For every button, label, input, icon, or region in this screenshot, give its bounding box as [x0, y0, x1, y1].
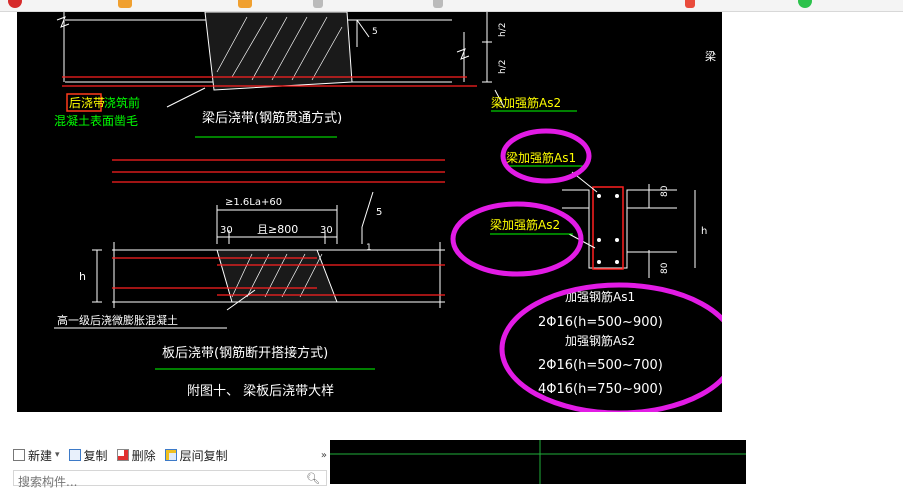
- note-as1-line: 2Φ16(h=500~900): [538, 315, 663, 330]
- dim-h2-a: h/2: [498, 23, 508, 37]
- dim-lap: ≥1.6La+60: [225, 197, 282, 208]
- more-button[interactable]: »: [321, 450, 327, 461]
- floor-copy-button[interactable]: 层间复制: [164, 447, 228, 464]
- label-pour-before-rest: 浇筑前: [104, 95, 140, 110]
- dim-h2-b: h/2: [498, 60, 508, 74]
- label-pour-before: 后浇带: [69, 96, 105, 110]
- copy-button[interactable]: 复制: [68, 447, 108, 464]
- dim-30-left: 30: [220, 225, 233, 236]
- dim-h-right: h: [701, 226, 707, 237]
- chevron-down-icon: ▾: [55, 450, 60, 460]
- document-icon[interactable]: [433, 0, 443, 8]
- figure-caption: 附图十、 梁板后浇带大样: [187, 384, 334, 399]
- note-as2-line2: 4Φ16(h=750~900): [538, 382, 663, 397]
- beam-dims: [356, 12, 492, 83]
- search-icon[interactable]: 🔍︎: [306, 472, 320, 485]
- label-as2-top: 梁加强筋As2: [491, 95, 561, 110]
- dim-80-top: 80: [660, 185, 670, 197]
- document-icon[interactable]: [313, 0, 323, 8]
- search-input[interactable]: [14, 475, 298, 489]
- stirrup: [592, 186, 624, 270]
- section-red-lines: [112, 159, 445, 183]
- note-as2-line1: 2Φ16(h=500~700): [538, 358, 663, 373]
- beam-title: 梁后浇带(钢筋贯通方式): [202, 110, 342, 126]
- app-red-icon[interactable]: [8, 0, 22, 8]
- dim-h: h: [79, 270, 86, 283]
- browser-toolbar-strip: [0, 0, 903, 12]
- delete-button[interactable]: 删除: [116, 447, 156, 464]
- rebar-dots: [597, 194, 619, 264]
- dim-80-bot: 80: [660, 262, 670, 274]
- label-expansion-concrete: 高一级后浇微膨胀混凝土: [57, 313, 178, 327]
- cad-drawing-view[interactable]: 5 h/2 h/2 后浇带 浇筑前 混凝土表面凿毛 梁后浇带(钢筋贯通方式) 梁…: [17, 12, 722, 412]
- dim-slope-5: 5: [376, 207, 382, 218]
- new-doc-icon: [13, 449, 25, 461]
- green-app-icon[interactable]: [798, 0, 812, 8]
- label-rough-surface: 混凝土表面凿毛: [54, 113, 138, 128]
- slab-title: 板后浇带(钢筋断开搭接方式): [162, 345, 328, 361]
- dim-top-5: 5: [372, 27, 378, 37]
- circle-as2: [450, 201, 584, 277]
- component-toolbar: 新建 ▾ 复制 删除 层间复制 »: [13, 444, 327, 466]
- beam-pour-zone: [204, 12, 353, 91]
- colored-app-icon[interactable]: [685, 0, 695, 8]
- leader-line: [166, 87, 206, 108]
- label-right-cut: 梁: [705, 49, 716, 63]
- note-as2-title: 加强钢筋As2: [565, 333, 635, 348]
- new-button[interactable]: 新建 ▾: [13, 447, 60, 464]
- copy-icon: [68, 449, 81, 461]
- dim-30-right: 30: [320, 225, 333, 236]
- folder-icon[interactable]: [118, 0, 132, 8]
- delete-icon: [116, 449, 129, 461]
- cad-viewport-2[interactable]: [330, 440, 746, 484]
- label-as2-mid: 梁加强筋As2: [490, 217, 560, 232]
- dim-gap: 且≥800: [257, 223, 298, 236]
- dim-slope-1: 1: [366, 243, 372, 253]
- folder-icon[interactable]: [238, 0, 252, 8]
- label-as1: 梁加强筋As1: [506, 150, 576, 165]
- floor-copy-icon: [164, 449, 177, 461]
